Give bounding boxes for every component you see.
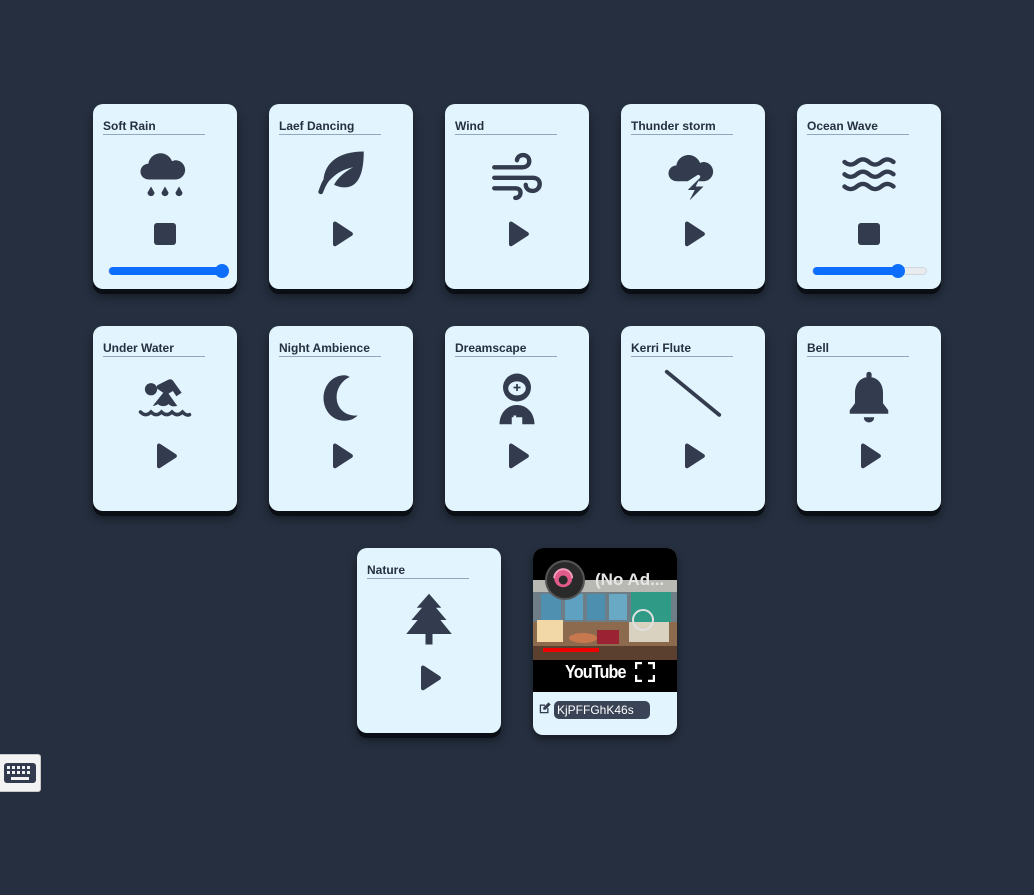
- water-icon: [839, 146, 899, 206]
- play-icon: [333, 221, 353, 247]
- sound-title: Bell: [807, 341, 909, 357]
- play-icon: [861, 443, 881, 469]
- sound-card-thunder-storm: Thunder storm: [621, 104, 765, 289]
- play-button[interactable]: [503, 220, 531, 248]
- play-button[interactable]: [503, 442, 531, 470]
- play-button[interactable]: [415, 664, 443, 692]
- play-icon: [509, 443, 529, 469]
- sound-title: Night Ambience: [279, 341, 381, 357]
- video-progress-bar[interactable]: [543, 648, 599, 652]
- sound-card-nature: Nature: [357, 548, 501, 733]
- play-button[interactable]: [327, 442, 355, 470]
- moon-icon: [311, 368, 371, 428]
- fullscreen-icon[interactable]: [634, 661, 656, 683]
- video-title[interactable]: (No Ad...: [595, 570, 664, 590]
- youtube-video-player[interactable]: (No Ad... YouTube: [533, 548, 677, 692]
- flute-line-icon: [663, 368, 723, 428]
- edit-icon[interactable]: [538, 701, 552, 715]
- volume-slider[interactable]: [812, 264, 927, 278]
- cloud-bolt-icon: [663, 146, 723, 206]
- sound-title: Nature: [367, 563, 469, 579]
- play-button[interactable]: [679, 442, 707, 470]
- cloud-rain-icon: [135, 146, 195, 206]
- user-astronaut-icon: [487, 368, 547, 428]
- sound-grid: Soft Rain Laef Dancing Wind Thunder stor…: [0, 0, 1034, 895]
- bell-icon: [839, 368, 899, 428]
- sound-title: Kerri Flute: [631, 341, 733, 357]
- play-button[interactable]: [327, 220, 355, 248]
- sound-card-soft-rain: Soft Rain: [93, 104, 237, 289]
- stop-button[interactable]: [855, 220, 883, 248]
- play-icon: [157, 443, 177, 469]
- play-button[interactable]: [855, 442, 883, 470]
- keyboard-shortcuts-button[interactable]: [0, 754, 41, 792]
- sound-title: Soft Rain: [103, 119, 205, 135]
- sound-card-under-water: Under Water: [93, 326, 237, 511]
- sound-title: Ocean Wave: [807, 119, 909, 135]
- play-icon: [509, 221, 529, 247]
- play-icon: [685, 221, 705, 247]
- stop-icon: [154, 223, 176, 245]
- play-button[interactable]: [151, 442, 179, 470]
- channel-avatar[interactable]: [545, 560, 585, 600]
- volume-slider[interactable]: [108, 264, 229, 278]
- sound-title: Thunder storm: [631, 119, 733, 135]
- leaf-icon: [311, 146, 371, 206]
- play-button[interactable]: [679, 220, 707, 248]
- stop-button[interactable]: [151, 220, 179, 248]
- play-icon: [685, 443, 705, 469]
- sound-title: Laef Dancing: [279, 119, 381, 135]
- sound-card-night-ambience: Night Ambience: [269, 326, 413, 511]
- tree-icon: [399, 590, 459, 650]
- youtube-logo[interactable]: YouTube: [565, 662, 626, 683]
- sound-card-ocean-wave: Ocean Wave: [797, 104, 941, 289]
- keyboard-icon: [4, 763, 36, 783]
- sound-title: Dreamscape: [455, 341, 557, 357]
- sound-card-wind: Wind: [445, 104, 589, 289]
- video-id-input[interactable]: [554, 701, 650, 719]
- stop-icon: [858, 223, 880, 245]
- sound-card-leaf-dancing: Laef Dancing: [269, 104, 413, 289]
- youtube-card: (No Ad... YouTube: [533, 548, 677, 735]
- play-icon: [333, 443, 353, 469]
- wind-icon: [487, 146, 547, 206]
- person-swimming-icon: [135, 368, 195, 428]
- play-icon: [421, 665, 441, 691]
- sound-title: Under Water: [103, 341, 205, 357]
- sound-card-bell: Bell: [797, 326, 941, 511]
- sound-card-kerri-flute: Kerri Flute: [621, 326, 765, 511]
- sound-card-dreamscape: Dreamscape: [445, 326, 589, 511]
- sound-title: Wind: [455, 119, 557, 135]
